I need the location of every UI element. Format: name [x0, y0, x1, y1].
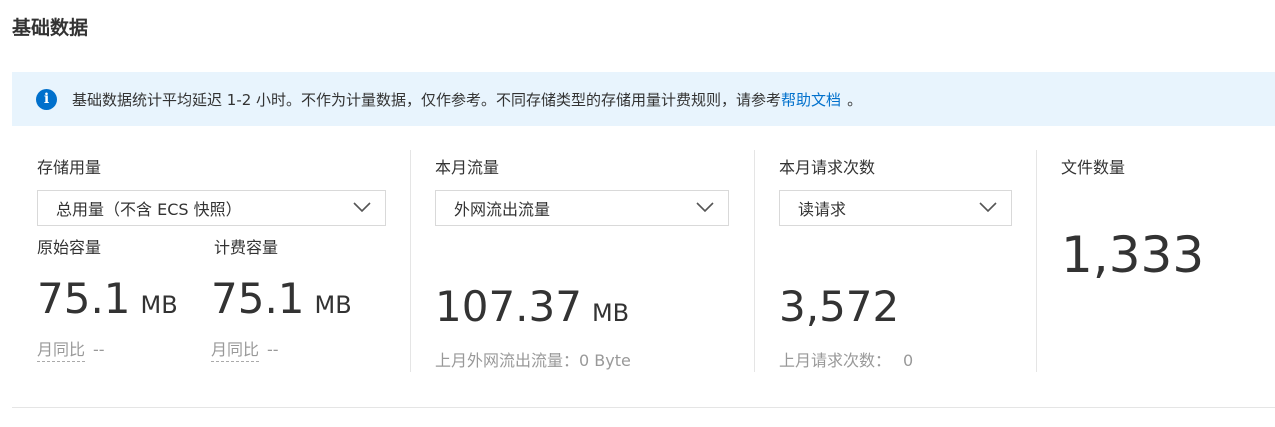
files-title: 文件数量 — [1061, 158, 1126, 177]
billed-compare-label[interactable]: 月同比 — [211, 340, 260, 362]
billed-capacity-unit: MB — [314, 291, 352, 319]
billed-capacity-number: 75.1 — [211, 274, 305, 323]
storage-card: 存储用量 总用量（不含 ECS 快照） 原始容量 75.1 MB 月同比 -- 计费… — [37, 150, 397, 372]
raw-capacity-number: 75.1 — [37, 274, 131, 323]
files-card: 文件数量 1,333 — [1061, 150, 1261, 372]
traffic-select-value: 外网流出流量 — [454, 200, 551, 219]
divider-1 — [410, 150, 411, 372]
info-banner: i 基础数据统计平均延迟 1-2 小时。不作为计量数据，仅作参考。不同存储类型的… — [12, 72, 1275, 126]
traffic-type-select[interactable]: 外网流出流量 — [435, 190, 729, 226]
traffic-title: 本月流量 — [435, 158, 500, 177]
storage-title: 存储用量 — [37, 158, 102, 177]
info-icon: i — [36, 88, 57, 110]
traffic-value: 107.37 MB — [435, 286, 629, 328]
divider-3 — [1036, 150, 1037, 372]
raw-capacity-value: 75.1 MB — [37, 278, 178, 320]
raw-compare-label[interactable]: 月同比 — [37, 340, 86, 362]
raw-capacity-compare: 月同比 -- — [37, 336, 105, 362]
billed-capacity-label: 计费容量 — [214, 238, 279, 257]
traffic-footnote: 上月外网流出流量：0 Byte — [435, 351, 631, 370]
chevron-down-icon — [696, 202, 714, 213]
traffic-number: 107.37 — [435, 282, 582, 331]
traffic-unit: MB — [591, 299, 630, 327]
requests-footnote-value: 0 — [903, 351, 914, 370]
billed-capacity-value: 75.1 MB — [211, 278, 352, 320]
requests-title: 本月请求次数 — [779, 158, 876, 177]
banner-text: 基础数据统计平均延迟 1-2 小时。不作为计量数据，仅作参考。不同存储类型的存储… — [72, 90, 782, 109]
chevron-down-icon — [979, 202, 997, 213]
requests-value: 3,572 — [779, 282, 900, 331]
storage-type-select[interactable]: 总用量（不含 ECS 快照） — [37, 190, 386, 226]
billed-capacity-compare: 月同比 -- — [211, 336, 279, 362]
help-doc-link[interactable]: 帮助文档 — [781, 89, 841, 110]
raw-capacity-label: 原始容量 — [37, 238, 102, 257]
bottom-divider — [12, 407, 1275, 408]
requests-card: 本月请求次数 读请求 3,572 上月请求次数： 0 — [779, 150, 1019, 372]
raw-capacity-unit: MB — [140, 291, 178, 319]
requests-footnote-label: 上月请求次数： — [779, 351, 892, 370]
request-type-select[interactable]: 读请求 — [779, 190, 1012, 226]
banner-suffix: 。 — [847, 90, 863, 109]
divider-2 — [754, 150, 755, 372]
files-value: 1,333 — [1061, 226, 1205, 284]
requests-select-value: 读请求 — [798, 200, 847, 219]
storage-select-value: 总用量（不含 ECS 快照） — [56, 200, 242, 219]
requests-footnote: 上月请求次数： 0 — [779, 347, 913, 371]
chevron-down-icon — [353, 202, 371, 213]
page-title: 基础数据 — [12, 17, 89, 39]
billed-compare-value: -- — [267, 340, 279, 359]
raw-compare-value: -- — [93, 340, 105, 359]
traffic-card: 本月流量 外网流出流量 107.37 MB 上月外网流出流量：0 Byte — [435, 150, 735, 372]
